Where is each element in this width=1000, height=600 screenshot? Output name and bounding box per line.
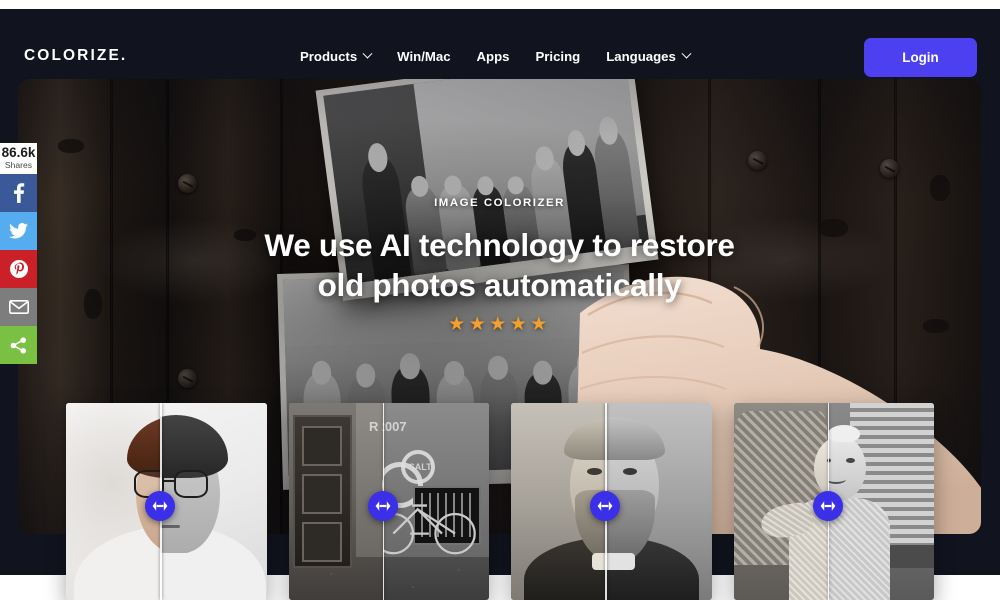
comparison-card-vintage-portrait[interactable] (511, 403, 712, 600)
share-button-pinterest[interactable] (0, 250, 37, 289)
nav-item-products[interactable]: Products (300, 48, 373, 64)
share-button-facebook[interactable] (0, 174, 37, 213)
facebook-icon (13, 183, 24, 204)
page-title: We use AI technology to restore old phot… (18, 226, 981, 305)
hero-eyebrow: IMAGE COLORIZER (434, 197, 565, 209)
email-icon (8, 300, 29, 315)
rating-stars: ★★★★★ (448, 314, 551, 336)
login-button[interactable]: Login (864, 38, 977, 77)
nav-item-win-mac[interactable]: Win/Mac (397, 49, 450, 64)
share-count: 86.6k Shares (0, 143, 37, 175)
social-share-rail: 86.6k Shares (0, 143, 37, 365)
comparison-card-graffiti-door[interactable]: R 2007 SALT R (288, 403, 489, 600)
share-count-number: 86.6k (1, 145, 36, 160)
twitter-icon (9, 223, 28, 239)
nav-item-languages[interactable]: Languages (606, 48, 692, 64)
nav-label: Win/Mac (397, 49, 451, 64)
comparison-card-man-with-glasses[interactable] (66, 403, 267, 600)
hero-copy: IMAGE COLORIZER We use AI technology to … (18, 197, 981, 336)
share-count-label: Shares (4, 160, 33, 171)
headline-line-2: old photos automatically (317, 266, 682, 303)
chevron-down-icon (362, 48, 373, 59)
page-root: COLORIZE. Products Win/Mac Apps Pricing … (0, 0, 1000, 600)
left-right-arrow-icon (820, 501, 836, 511)
nav-label: Products (300, 49, 358, 64)
chevron-down-icon (681, 48, 692, 59)
main-navigation: Products Win/Mac Apps Pricing Languages (300, 48, 692, 64)
site-header: COLORIZE. Products Win/Mac Apps Pricing … (0, 9, 1000, 79)
share-icon (10, 337, 26, 354)
nav-label: Languages (606, 49, 676, 64)
comparison-card-vintage-baby[interactable] (733, 403, 934, 600)
nav-item-apps[interactable]: Apps (477, 49, 510, 64)
pinterest-icon (9, 260, 28, 279)
share-button-more[interactable] (0, 326, 37, 365)
comparison-slider-handle[interactable] (812, 491, 843, 521)
nav-label: Apps (476, 49, 510, 64)
comparison-slider-handle[interactable] (367, 491, 398, 521)
nav-item-pricing[interactable]: Pricing (536, 49, 581, 64)
comparison-card-row: R 2007 SALT R (0, 403, 1000, 600)
left-right-arrow-icon (597, 501, 613, 511)
nav-label: Pricing (535, 49, 581, 64)
left-right-arrow-icon (375, 501, 391, 511)
share-button-twitter[interactable] (0, 212, 37, 251)
share-button-email[interactable] (0, 288, 37, 327)
headline-line-1: We use AI technology to restore (264, 227, 735, 263)
left-right-arrow-icon (152, 501, 168, 511)
logo[interactable]: COLORIZE. (24, 47, 127, 65)
